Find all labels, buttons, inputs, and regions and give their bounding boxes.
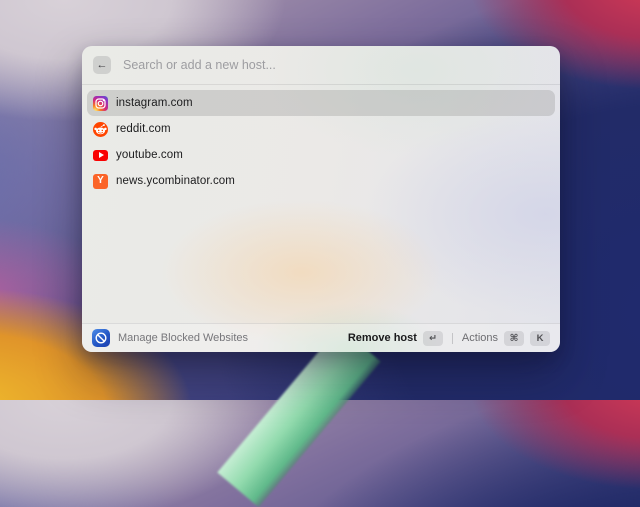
- host-row-ycombinator[interactable]: Y news.ycombinator.com: [87, 168, 555, 194]
- youtube-icon: [93, 148, 108, 163]
- footer-divider: [451, 332, 453, 344]
- footer-bar: Manage Blocked Websites Remove host ↵ Ac…: [82, 323, 560, 352]
- host-label: reddit.com: [116, 123, 171, 135]
- cmd-key-icon: ⌘: [504, 330, 524, 346]
- raycast-window: ← instagram.com: [82, 46, 560, 352]
- host-list: instagram.com reddit.com youtube.com Y n…: [82, 85, 560, 199]
- ycombinator-y-glyph: Y: [97, 175, 104, 186]
- return-key-icon: ↵: [422, 330, 443, 346]
- ycombinator-icon: Y: [93, 173, 108, 189]
- back-arrow-icon: ←: [96, 59, 108, 71]
- instagram-icon: [93, 95, 108, 111]
- host-row-instagram[interactable]: instagram.com: [87, 90, 555, 116]
- desktop: { "window": { "search": { "placeholder":…: [0, 0, 640, 507]
- k-key-icon: K: [530, 330, 550, 346]
- footer-app-title: Manage Blocked Websites: [118, 332, 249, 344]
- blocked-websites-app-icon: [92, 329, 110, 347]
- back-button[interactable]: ←: [93, 56, 111, 74]
- footer-actions: Remove host ↵ Actions ⌘ K: [347, 330, 550, 346]
- host-label: youtube.com: [116, 149, 183, 161]
- host-label: news.ycombinator.com: [116, 175, 235, 187]
- remove-host-label: Remove host: [347, 332, 417, 344]
- empty-results-area: [82, 199, 560, 323]
- search-input[interactable]: [121, 57, 549, 73]
- wallpaper-green-stripe: [217, 326, 381, 507]
- host-label: instagram.com: [116, 97, 193, 109]
- host-row-reddit[interactable]: reddit.com: [87, 116, 555, 142]
- host-row-youtube[interactable]: youtube.com: [87, 142, 555, 168]
- actions-button[interactable]: Actions ⌘ K: [461, 330, 550, 346]
- actions-label: Actions: [461, 332, 498, 344]
- search-header: ←: [82, 46, 560, 85]
- remove-host-button[interactable]: Remove host ↵: [347, 330, 443, 346]
- reddit-icon: [93, 121, 108, 137]
